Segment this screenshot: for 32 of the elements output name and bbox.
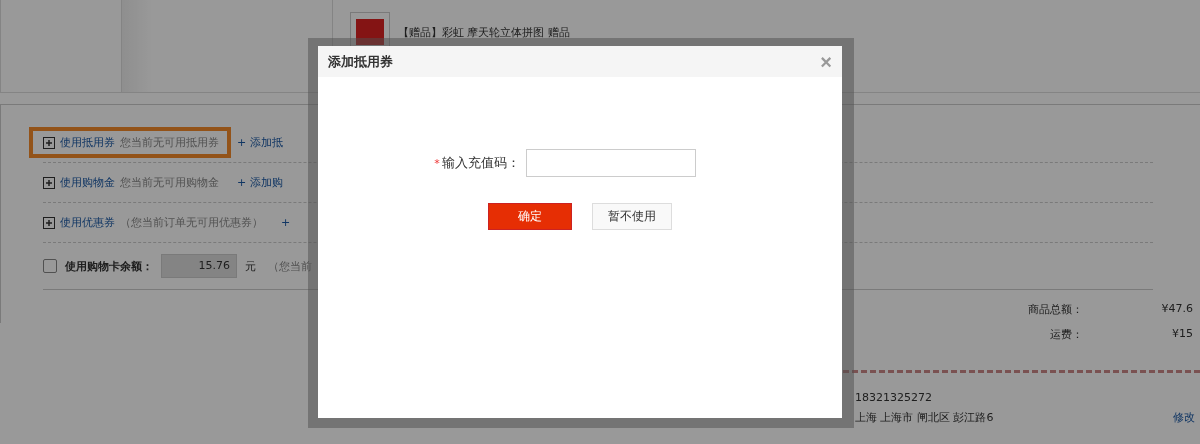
field-label: 输入充值码： <box>441 154 520 172</box>
code-input-field[interactable] <box>525 149 696 177</box>
confirm-button[interactable]: 确定 <box>488 203 572 230</box>
option-note: 您当前无可用购物金 <box>120 175 219 190</box>
balance-note: （您当前 <box>268 258 312 274</box>
balance-label: 使用购物卡余额： <box>65 258 153 274</box>
add-link[interactable]: + 添加购 <box>237 175 283 190</box>
edit-link[interactable]: 修改 <box>1173 410 1195 425</box>
summary-value: ¥47.6 <box>1161 302 1193 317</box>
checkbox[interactable] <box>43 259 57 273</box>
balance-field[interactable]: 15.76 <box>161 254 237 278</box>
unit-label: 元 <box>245 258 256 274</box>
close-button[interactable]: × <box>816 51 836 72</box>
expand-plus-icon[interactable] <box>43 176 55 189</box>
expand-plus-icon[interactable] <box>43 216 55 229</box>
address-text: 上海 上海市 闸北区 彭江路6 <box>855 410 994 425</box>
option-note: 您当前无可用抵用券 <box>120 135 219 150</box>
gift-item-name: 【赠品】彩虹 摩天轮立体拼图 赠品 <box>398 24 570 40</box>
option-note: （您当前订单无可用优惠券） <box>120 215 263 230</box>
required-mark: * <box>434 156 440 170</box>
summary-value: ¥15 <box>1172 327 1193 342</box>
phone-number: 18321325272 <box>855 391 933 404</box>
option-link[interactable]: 使用抵用券 <box>60 135 115 150</box>
summary-label: 运费： <box>1050 327 1083 342</box>
option-link[interactable]: 使用购物金 <box>60 175 115 190</box>
dialog-title: 添加抵用券 <box>328 52 393 71</box>
add-link[interactable]: + 添加抵 <box>237 135 283 150</box>
option-link[interactable]: 使用优惠券 <box>60 215 115 230</box>
summary-label: 商品总额： <box>1028 302 1083 317</box>
cancel-button[interactable]: 暂不使用 <box>592 203 672 230</box>
add-link[interactable]: + <box>281 216 291 229</box>
expand-plus-icon[interactable] <box>43 136 55 149</box>
